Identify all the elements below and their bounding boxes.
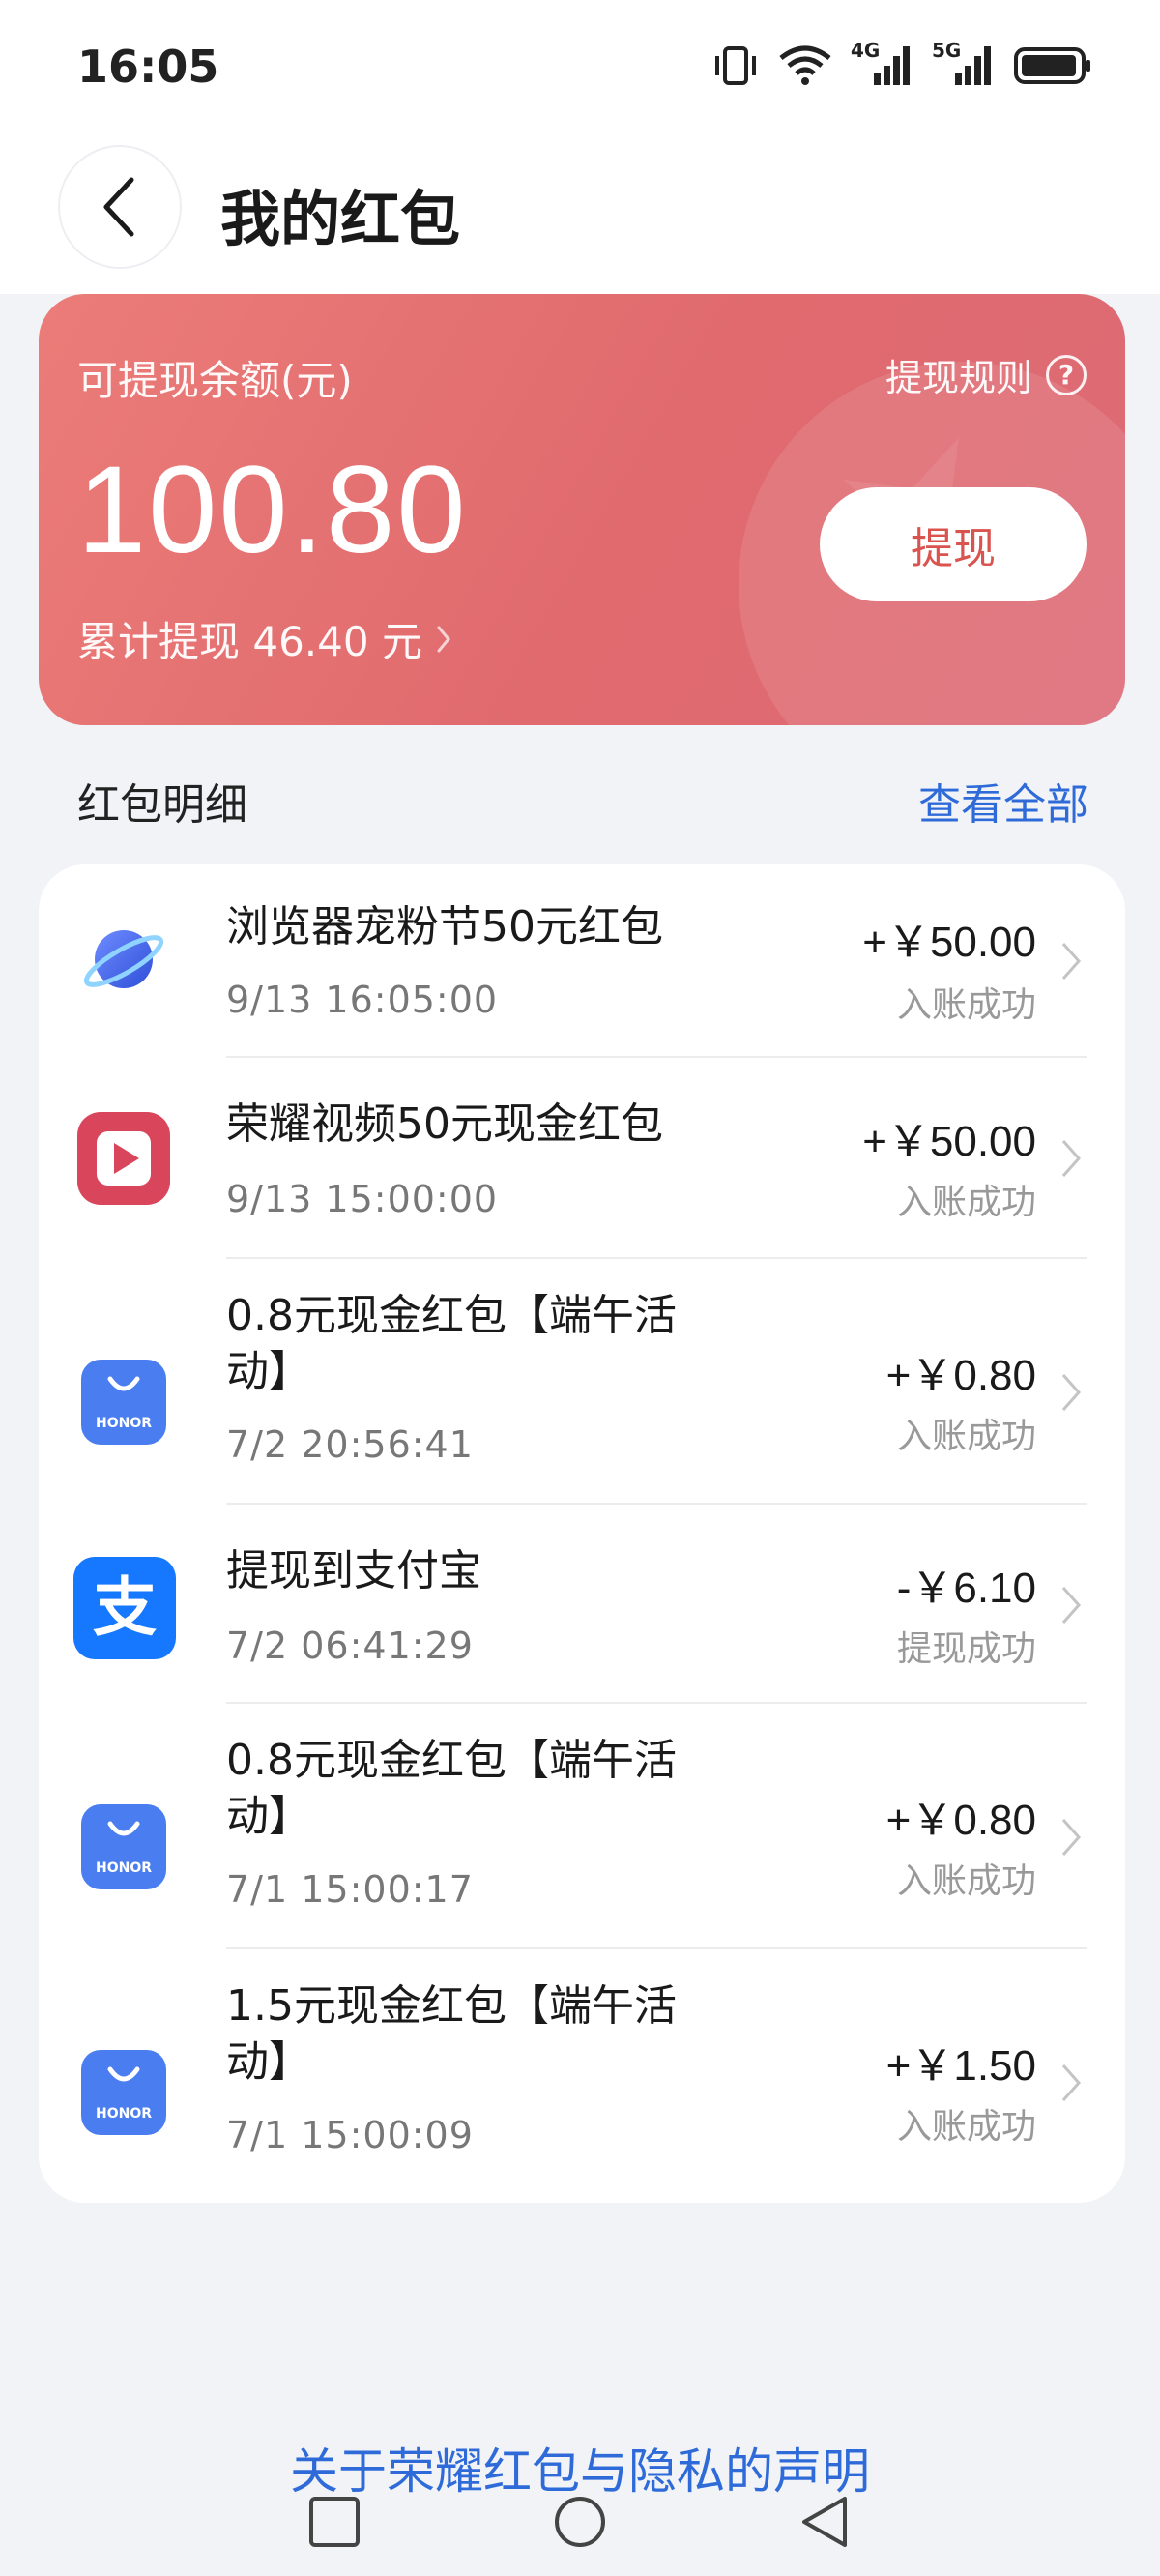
record-status: 提现成功 (896, 1629, 1036, 1669)
withdraw-rules-link[interactable]: 提现规则 ? (885, 348, 1087, 401)
record-title: 0.8元现金红包【端午活动】 (226, 1736, 677, 1841)
chevron-right-icon (1061, 1374, 1082, 1411)
record-status: 入账成功 (896, 985, 1036, 1025)
record-amount: +￥0.80 (885, 1797, 1036, 1844)
honor-mall-icon: HONOR (75, 1799, 172, 1895)
record-amount: +￥0.80 (885, 1352, 1036, 1399)
status-icons: 4G 5G (711, 39, 1092, 89)
record-row[interactable]: 支 提现到支付宝 7/2 06:41:29 -￥6.10 提现成功 (39, 1505, 1125, 1704)
record-date: 7/1 15:00:17 (226, 1868, 474, 1911)
chevron-right-icon (437, 626, 450, 652)
balance-amount: 100.80 (77, 441, 468, 579)
signal-5g-icon: 5G (932, 39, 996, 89)
record-status: 入账成功 (896, 1417, 1036, 1456)
record-row[interactable]: HONOR 0.8元现金红包【端午活动】 7/2 20:56:41 +￥0.80… (39, 1259, 1125, 1505)
chevron-right-icon (1061, 1587, 1082, 1624)
record-date: 7/2 20:56:41 (226, 1423, 474, 1466)
status-bar: 16:05 4G 5G (0, 0, 1160, 135)
vibrate-icon (715, 46, 756, 85)
record-date: 7/1 15:00:09 (226, 2114, 474, 2156)
record-row[interactable]: 浏览器宠粉节50元红包 9/13 16:05:00 +￥50.00 入账成功 (39, 864, 1125, 1056)
honor-mall-icon: HONOR (75, 2044, 172, 2141)
record-title: 荣耀视频50元现金红包 (226, 1099, 663, 1149)
record-status: 入账成功 (896, 1861, 1036, 1901)
wifi-icon (779, 45, 831, 85)
chevron-right-icon (1061, 1140, 1082, 1177)
cumulative-withdraw-text: 累计提现 46.40 元 (77, 618, 422, 665)
view-all-link[interactable]: 查看全部 (918, 770, 1088, 832)
record-row[interactable]: HONOR 0.8元现金红包【端午活动】 7/1 15:00:17 +￥0.80… (39, 1704, 1125, 1949)
system-nav-bar (0, 2475, 1160, 2576)
record-amount: +￥1.50 (885, 2042, 1036, 2090)
signal-4g-icon: 4G (851, 39, 914, 89)
status-time: 16:05 (77, 41, 219, 93)
record-title: 1.5元现金红包【端午活动】 (226, 1981, 677, 2087)
recents-square-icon[interactable] (307, 2495, 362, 2549)
honor-video-icon (77, 1112, 170, 1205)
browser-planet-icon (83, 930, 164, 988)
record-amount: -￥6.10 (896, 1565, 1036, 1612)
cumulative-withdraw-link[interactable]: 累计提现 46.40 元 (77, 609, 451, 668)
record-date: 9/13 16:05:00 (226, 979, 499, 1021)
help-icon: ? (1046, 354, 1087, 395)
chevron-left-icon (103, 177, 134, 237)
section-title: 红包明细 (77, 780, 247, 830)
chevron-right-icon (1061, 1819, 1082, 1856)
page-title: 我的红包 (220, 184, 461, 254)
record-date: 7/2 06:41:29 (226, 1625, 474, 1667)
honor-mall-icon: HONOR (75, 1354, 172, 1450)
record-status: 入账成功 (896, 2107, 1036, 2147)
record-title: 提现到支付宝 (226, 1546, 481, 1595)
header: 我的红包 (0, 135, 1160, 294)
record-row[interactable]: HONOR 1.5元现金红包【端午活动】 7/1 15:00:09 +￥1.50… (39, 1949, 1125, 2203)
record-date: 9/13 15:00:00 (226, 1178, 499, 1220)
home-circle-icon[interactable] (553, 2495, 607, 2549)
alipay-icon: 支 (73, 1557, 176, 1659)
chevron-right-icon (1061, 2064, 1082, 2101)
balance-card: 可提现余额(元) 提现规则 ? 100.80 累计提现 46.40 元 提现 (39, 294, 1125, 725)
record-title: 0.8元现金红包【端午活动】 (226, 1291, 677, 1396)
record-amount: +￥50.00 (862, 919, 1036, 966)
record-amount: +￥50.00 (862, 1118, 1036, 1165)
records-list: 浏览器宠粉节50元红包 9/13 16:05:00 +￥50.00 入账成功 荣… (39, 864, 1125, 2203)
back-triangle-icon[interactable] (798, 2495, 853, 2549)
back-button[interactable] (58, 145, 182, 269)
record-title: 浏览器宠粉节50元红包 (226, 902, 663, 951)
record-row[interactable]: 荣耀视频50元现金红包 9/13 15:00:00 +￥50.00 入账成功 (39, 1058, 1125, 1259)
chevron-right-icon (1061, 943, 1082, 980)
withdraw-rules-label: 提现规则 (884, 357, 1032, 399)
battery-icon (1014, 47, 1090, 84)
record-status: 入账成功 (896, 1183, 1036, 1222)
balance-label: 可提现余额(元) (77, 357, 353, 404)
withdraw-button[interactable]: 提现 (820, 487, 1087, 601)
